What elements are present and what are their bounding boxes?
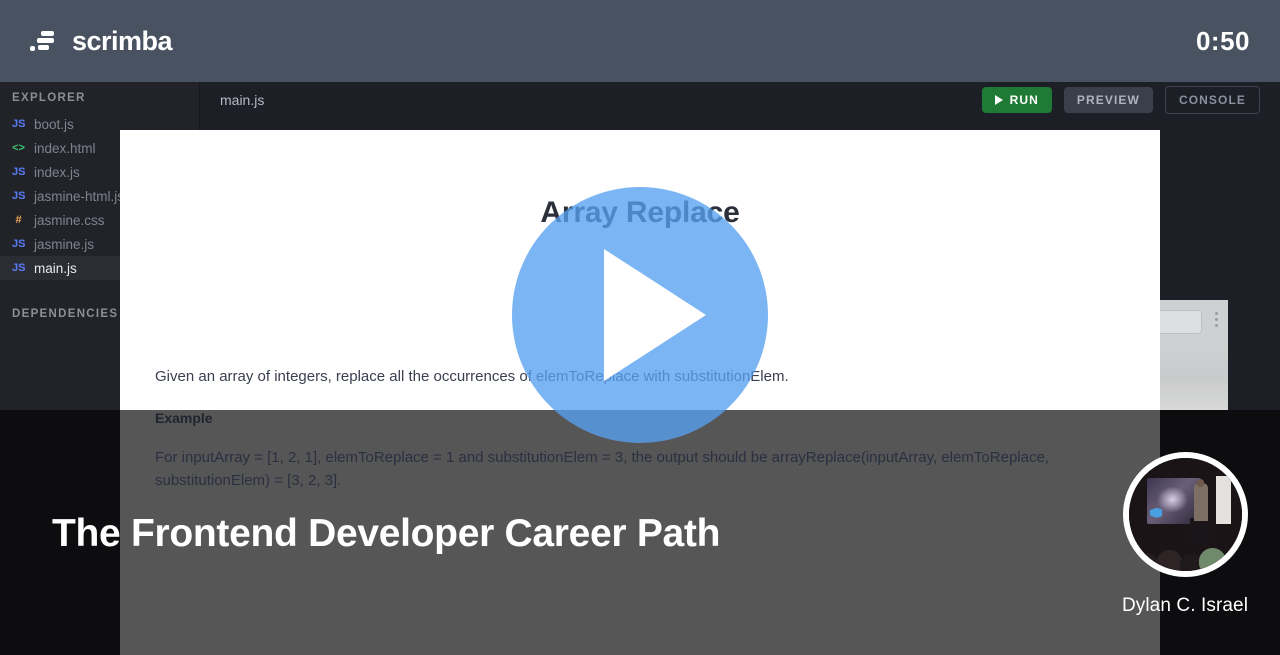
file-label: boot.js <box>34 116 74 132</box>
file-label: index.js <box>34 164 80 180</box>
play-button-icon[interactable] <box>512 187 768 443</box>
presenter-name: Dylan C. Israel <box>1121 595 1249 616</box>
js-file-icon: JS <box>12 238 26 250</box>
js-file-icon: JS <box>12 190 26 202</box>
top-header-bar: scrimba 0:50 <box>0 0 1280 82</box>
brand-logo[interactable]: scrimba <box>30 25 173 57</box>
presenter-avatar <box>1122 452 1248 577</box>
css-file-icon: # <box>15 214 22 226</box>
js-file-icon: JS <box>12 166 26 178</box>
playback-timer: 0:50 <box>1195 25 1250 56</box>
kebab-menu-icon[interactable] <box>1215 312 1218 327</box>
toolbar-actions: RUN PREVIEW CONSOLE <box>981 86 1280 114</box>
run-button[interactable]: RUN <box>981 87 1052 113</box>
course-title: The Frontend Developer Career Path <box>52 512 721 555</box>
preview-button[interactable]: PREVIEW <box>1063 87 1153 113</box>
test-panel-header <box>1158 300 1228 344</box>
file-label: index.html <box>34 140 96 156</box>
play-icon <box>994 95 1003 105</box>
brand-name: scrimba <box>72 25 173 56</box>
html-file-icon: <> <box>12 142 25 154</box>
avatar-audience <box>1129 526 1242 571</box>
editor-tab-main-js[interactable]: main.js <box>200 92 264 108</box>
js-file-icon: JS <box>12 262 26 274</box>
js-file-icon: JS <box>12 118 26 130</box>
file-label: jasmine-html.js <box>34 188 125 204</box>
editor-toolbar: main.js RUN PREVIEW CONSOLE <box>200 82 1280 118</box>
avatar-speaker-head <box>1196 479 1205 487</box>
run-label: RUN <box>1009 93 1039 107</box>
presenter-block: Dylan C. Israel <box>1090 452 1280 617</box>
play-triangle-icon <box>604 249 706 381</box>
avatar-screen-glow <box>1157 487 1188 513</box>
example-heading: Example <box>155 410 213 426</box>
example-text: For inputArray = [1, 2, 1], elemToReplac… <box>155 449 1049 490</box>
screen-root: scrimba 0:50 EXPLORER JS boot.js <> inde… <box>0 0 1280 655</box>
explorer-title: EXPLORER <box>12 92 86 104</box>
file-label: jasmine.css <box>34 212 105 228</box>
console-button[interactable]: CONSOLE <box>1164 86 1260 114</box>
file-label: jasmine.js <box>34 236 95 252</box>
avatar-speaker-body <box>1194 482 1208 522</box>
avatar-banner <box>1215 476 1232 524</box>
file-label: main.js <box>34 260 77 276</box>
test-filter-input[interactable] <box>1158 310 1202 334</box>
scrimba-logo-icon <box>30 30 58 52</box>
